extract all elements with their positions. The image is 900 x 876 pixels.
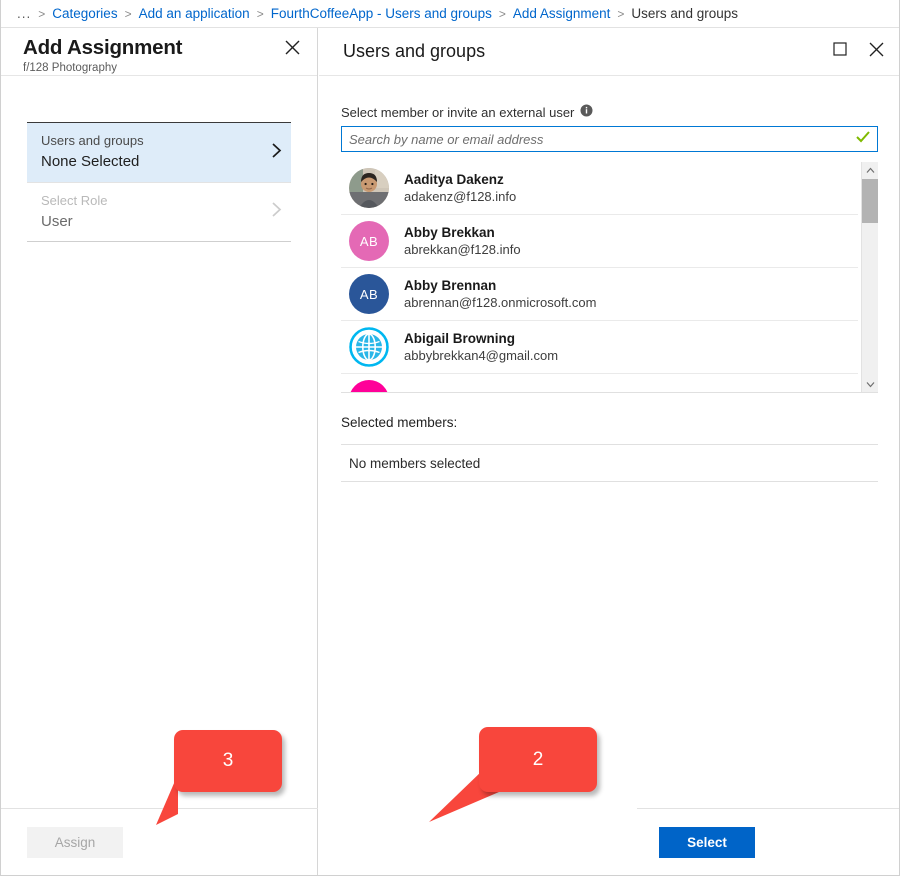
close-icon[interactable] — [864, 37, 888, 61]
assignment-step-list: Users and groups None Selected Select Ro… — [27, 122, 291, 242]
add-assignment-blade: Add Assignment f/128 Photography Users a… — [1, 28, 318, 876]
user-text: Abby Brennan abrennan@f128.onmicrosoft.c… — [404, 277, 596, 312]
list-item[interactable]: Abigail Browning abbybrekkan4@gmail.com — [341, 321, 858, 374]
checkmark-icon — [856, 130, 870, 148]
users-and-groups-body: Select member or invite an external user — [319, 76, 900, 482]
step-value: None Selected — [41, 151, 261, 173]
add-assignment-header: Add Assignment f/128 Photography — [1, 28, 317, 76]
scrollbar[interactable] — [861, 162, 878, 393]
search-input[interactable] — [342, 127, 877, 151]
users-and-groups-blade: Users and groups Select member or invite — [319, 28, 900, 876]
selected-members-empty-text: No members selected — [349, 456, 480, 471]
user-list[interactable]: Aaditya Dakenz adakenz@f128.info AB Abby… — [341, 162, 858, 393]
blade-header-actions — [828, 37, 888, 61]
breadcrumb-item-add-an-application[interactable]: Add an application — [139, 6, 250, 21]
user-name: Abby Brekkan — [404, 224, 521, 241]
maximize-icon[interactable] — [828, 37, 852, 61]
step-users-and-groups[interactable]: Users and groups None Selected — [27, 122, 291, 182]
search-input-wrapper[interactable] — [341, 126, 878, 152]
breadcrumb-item-categories[interactable]: Categories — [52, 6, 117, 21]
avatar: AB — [349, 274, 389, 314]
users-and-groups-header: Users and groups — [319, 28, 900, 76]
step-value: User — [41, 211, 261, 233]
breadcrumb-separator-icon: > — [38, 7, 45, 21]
search-label-text: Select member or invite an external user — [341, 105, 574, 120]
search-field-label: Select member or invite an external user — [341, 104, 878, 120]
user-email: abrennan@f128.onmicrosoft.com — [404, 294, 596, 312]
page-subtitle: f/128 Photography — [23, 62, 301, 74]
selected-members-title: Selected members: — [341, 415, 878, 430]
chevron-right-icon — [271, 142, 282, 164]
step-label: Select Role — [41, 192, 261, 210]
user-search-results: Aaditya Dakenz adakenz@f128.info AB Abby… — [341, 162, 878, 393]
avatar — [349, 168, 389, 208]
step-select-role: Select Role User — [27, 182, 291, 242]
list-item[interactable] — [341, 374, 858, 393]
avatar: AB — [349, 221, 389, 261]
user-text: Abigail Browning abbybrekkan4@gmail.com — [404, 330, 558, 365]
breadcrumb-separator-icon: > — [499, 7, 506, 21]
globe-icon — [349, 327, 389, 367]
chevron-up-icon[interactable] — [862, 162, 878, 179]
breadcrumb-separator-icon: > — [125, 7, 132, 21]
blade-title: Users and groups — [343, 39, 900, 63]
user-text: Aaditya Dakenz adakenz@f128.info — [404, 171, 516, 206]
chevron-down-icon[interactable] — [862, 376, 878, 393]
breadcrumb: ... > Categories > Add an application > … — [1, 0, 900, 28]
step-label: Users and groups — [41, 132, 261, 150]
breadcrumb-ellipsis[interactable]: ... — [17, 6, 31, 21]
breadcrumb-item-users-and-groups: Users and groups — [631, 6, 738, 21]
page-title: Add Assignment — [23, 36, 301, 60]
user-text: Abby Brekkan abrekkan@f128.info — [404, 224, 521, 259]
azure-portal-blade-screen: ... > Categories > Add an application > … — [0, 0, 900, 876]
user-name: Abby Brennan — [404, 277, 596, 294]
user-name: Abigail Browning — [404, 330, 558, 347]
user-email: abrekkan@f128.info — [404, 241, 521, 259]
users-and-groups-footer: Select — [637, 808, 900, 876]
selected-members-list: No members selected — [341, 444, 878, 482]
user-name: Aaditya Dakenz — [404, 171, 516, 188]
list-item[interactable]: AB Abby Brennan abrennan@f128.onmicrosof… — [341, 268, 858, 321]
scrollbar-thumb[interactable] — [862, 179, 878, 223]
breadcrumb-item-fourthcoffeeapp[interactable]: FourthCoffeeApp - Users and groups — [271, 6, 492, 21]
add-assignment-footer: Assign — [1, 808, 318, 876]
breadcrumb-item-add-assignment[interactable]: Add Assignment — [513, 6, 611, 21]
info-icon[interactable] — [580, 104, 593, 120]
select-button[interactable]: Select — [659, 827, 755, 858]
assign-button[interactable]: Assign — [27, 827, 123, 858]
breadcrumb-separator-icon: > — [257, 7, 264, 21]
breadcrumb-separator-icon: > — [617, 7, 624, 21]
user-email: adakenz@f128.info — [404, 188, 516, 206]
list-item[interactable]: Aaditya Dakenz adakenz@f128.info — [341, 162, 858, 215]
avatar — [349, 380, 389, 393]
user-email: abbybrekkan4@gmail.com — [404, 347, 558, 365]
close-icon[interactable] — [281, 36, 303, 58]
list-item[interactable]: AB Abby Brekkan abrekkan@f128.info — [341, 215, 858, 268]
chevron-right-icon — [271, 201, 282, 223]
